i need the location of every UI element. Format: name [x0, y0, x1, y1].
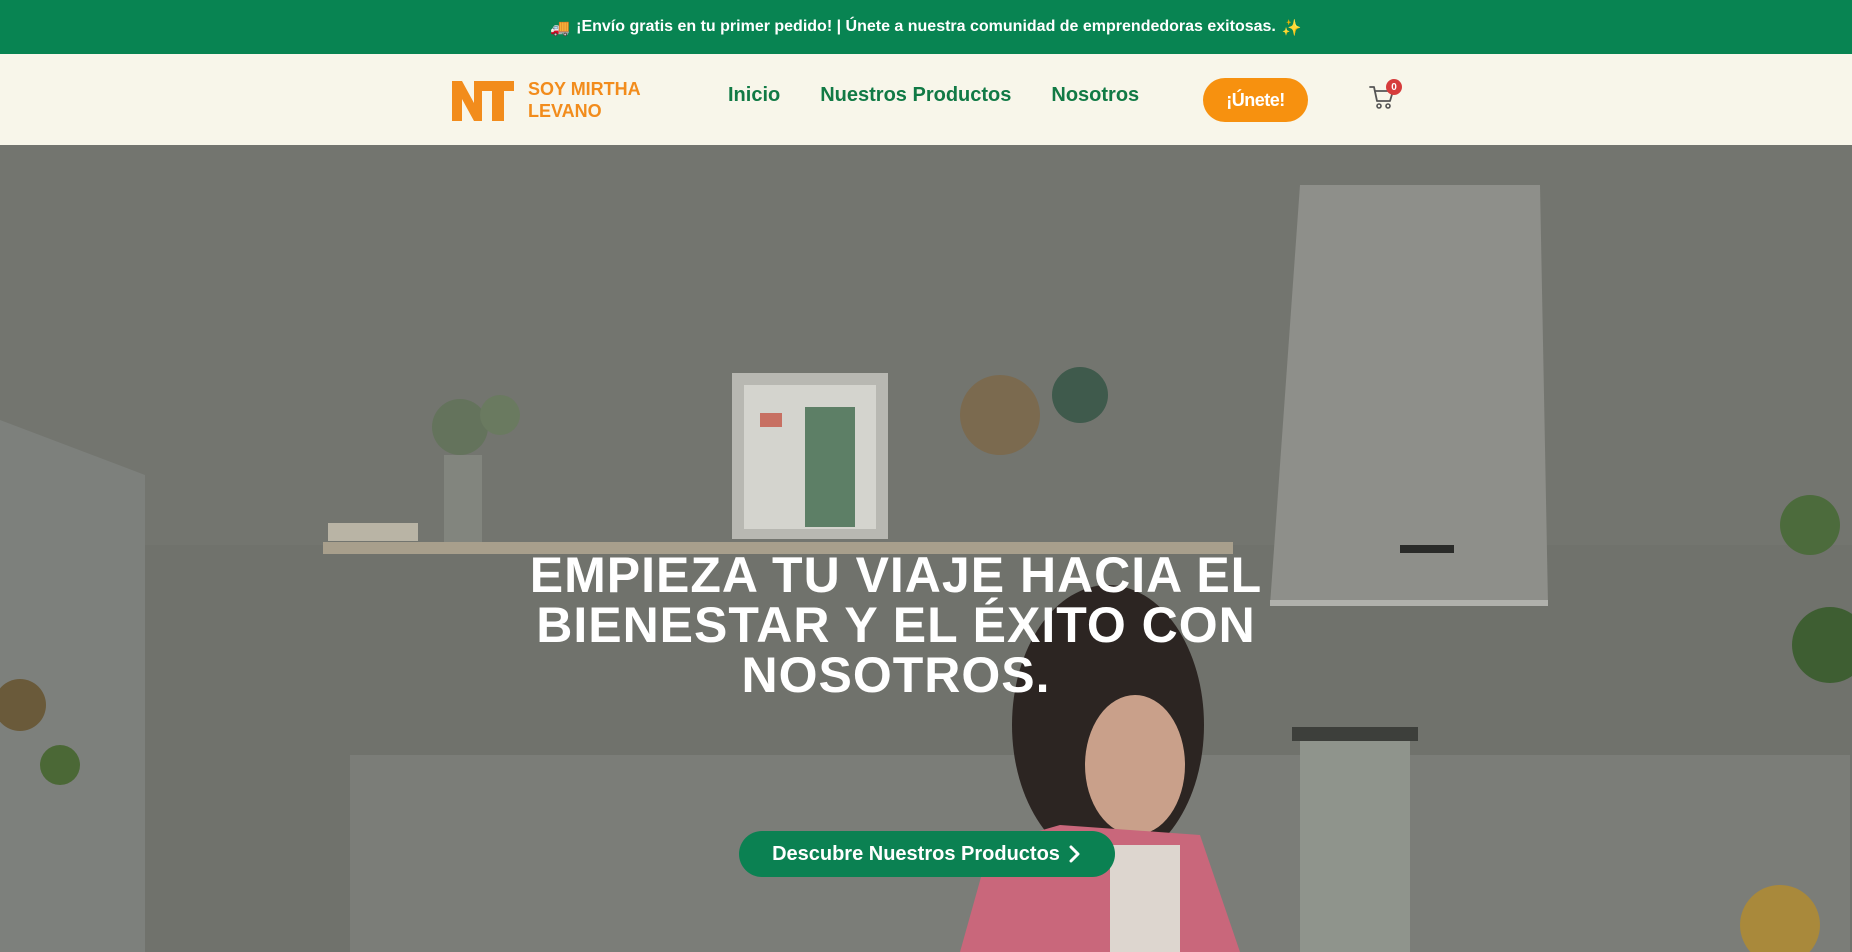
- brand-logo[interactable]: SOY MIRTHA LEVANO: [452, 78, 641, 122]
- main-nav: Inicio Nuestros Productos Nosotros: [728, 84, 1139, 107]
- truck-icon: 🚚: [550, 17, 571, 37]
- nav-item-nuestros-productos[interactable]: Nuestros Productos: [820, 84, 1011, 107]
- cta-label: Descubre Nuestros Productos: [772, 842, 1060, 865]
- brand-name-line2: LEVANO: [528, 101, 602, 121]
- logo-mark-icon: [452, 81, 514, 121]
- promo-text: ¡Envío gratis en tu primer pedido! | Úne…: [576, 18, 1276, 35]
- join-button[interactable]: ¡Únete!: [1203, 78, 1308, 122]
- promo-bar: 🚚 ¡Envío gratis en tu primer pedido! | Ú…: [0, 0, 1852, 54]
- chevron-right-icon: [1069, 845, 1080, 863]
- nav-item-inicio[interactable]: Inicio: [728, 84, 780, 107]
- hero-title: EMPIEZA TU VIAJE HACIA EL BIENESTAR Y EL…: [529, 547, 1263, 703]
- brand-name-line1: SOY MIRTHA: [528, 79, 641, 99]
- cart-count-badge: 0: [1386, 79, 1402, 95]
- site-header: SOY MIRTHA LEVANO Inicio Nuestros Produc…: [0, 54, 1852, 145]
- discover-products-button[interactable]: Descubre Nuestros Productos: [739, 831, 1115, 877]
- hero-section: EMPIEZA TU VIAJE HACIA EL BIENESTAR Y EL…: [0, 145, 1852, 952]
- nav-item-nosotros[interactable]: Nosotros: [1051, 84, 1139, 107]
- brand-name: SOY MIRTHA LEVANO: [528, 78, 641, 122]
- sparkle-icon: ✨: [1281, 17, 1302, 37]
